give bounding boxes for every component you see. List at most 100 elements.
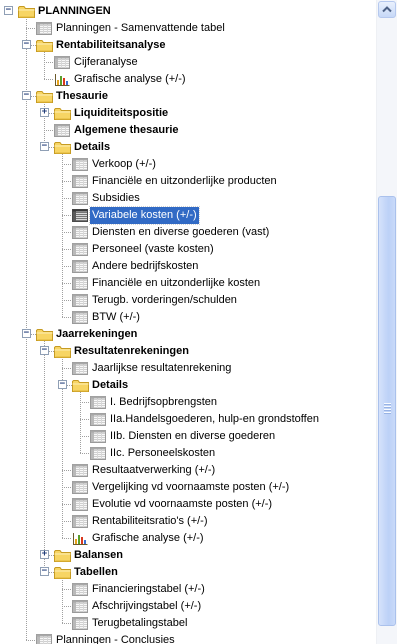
tree-item[interactable]: Grafische analyse (+/-) xyxy=(0,71,375,88)
tree-item-label: Terugb. vorderingen/schulden xyxy=(92,294,237,306)
tree-item-label: Subsidies xyxy=(92,192,140,204)
tree-item[interactable]: Grafische analyse (+/-) xyxy=(0,530,375,547)
tree-item-label: Grafische analyse (+/-) xyxy=(92,532,204,544)
folder-icon xyxy=(72,379,89,392)
tree-item[interactable]: Cijferanalyse xyxy=(0,54,375,71)
table-icon xyxy=(72,600,88,613)
collapse-toggle-icon[interactable]: − xyxy=(40,567,49,576)
folder-icon xyxy=(18,5,35,18)
table-icon xyxy=(72,192,88,205)
table-icon xyxy=(72,158,88,171)
tree-folder-node[interactable]: − Details xyxy=(0,377,375,394)
tree-item[interactable]: IIa.Handelsgoederen, hulp-en grondstoffe… xyxy=(0,411,375,428)
tree-folder-node[interactable]: + Balansen xyxy=(0,547,375,564)
chart-icon xyxy=(54,73,70,86)
table-icon xyxy=(90,413,106,426)
collapse-toggle-icon[interactable]: − xyxy=(40,142,49,151)
tree-folder-node[interactable]: − Tabellen xyxy=(0,564,375,581)
folder-icon xyxy=(54,566,71,579)
tree-item[interactable]: Vergelijking vd voornaamste posten (+/-) xyxy=(0,479,375,496)
folder-icon xyxy=(54,107,71,120)
table-icon xyxy=(72,617,88,630)
chart-icon xyxy=(72,532,88,545)
tree-item-label: Financiële en uitzonderlijke producten xyxy=(92,175,277,187)
folder-icon xyxy=(36,39,53,52)
tree-item-label: Tabellen xyxy=(74,566,118,578)
vertical-scrollbar[interactable] xyxy=(376,0,397,644)
tree-folder-node[interactable]: + Liquiditeitspositie xyxy=(0,105,375,122)
tree-item[interactable]: Jaarlijkse resultatenrekening xyxy=(0,360,375,377)
table-icon xyxy=(72,175,88,188)
tree-item-label: Personeel (vaste kosten) xyxy=(92,243,214,255)
collapse-toggle-icon[interactable]: − xyxy=(22,329,31,338)
table-icon xyxy=(54,124,70,137)
table-icon xyxy=(72,498,88,511)
table-icon xyxy=(72,481,88,494)
table-icon xyxy=(72,583,88,596)
tree-item[interactable]: Financiële en uitzonderlijke producten xyxy=(0,173,375,190)
table-icon xyxy=(36,634,52,644)
tree-folder-node[interactable]: − Thesaurie xyxy=(0,88,375,105)
tree-folder-node[interactable]: − Jaarrekeningen xyxy=(0,326,375,343)
tree-item-label: Andere bedrijfskosten xyxy=(92,260,199,272)
expand-toggle-icon[interactable]: + xyxy=(40,108,49,117)
tree-item[interactable]: Planningen - Samenvattende tabel xyxy=(0,20,375,37)
tree-item[interactable]: Planningen - Conclusies xyxy=(0,632,375,644)
tree-item[interactable]: Afschrijvingstabel (+/-) xyxy=(0,598,375,615)
expand-toggle-icon[interactable]: + xyxy=(40,550,49,559)
tree-item[interactable]: Variabele kosten (+/-) xyxy=(0,206,375,225)
tree-item-label: Financieringstabel (+/-) xyxy=(92,583,205,595)
tree-item-label: Algemene thesaurie xyxy=(74,124,179,136)
tree-item[interactable]: Terugbetalingstabel xyxy=(0,615,375,632)
tree-item-label: Financiële en uitzonderlijke kosten xyxy=(92,277,261,289)
folder-icon xyxy=(36,328,53,341)
collapse-toggle-icon[interactable]: − xyxy=(22,91,31,100)
table-icon xyxy=(72,515,88,528)
table-icon xyxy=(72,243,88,256)
tree-item-label: Verkoop (+/-) xyxy=(92,158,156,170)
tree-folder-node[interactable]: − PLANNINGEN xyxy=(0,3,375,20)
tree-item-label: Rentabiliteitsratio's (+/-) xyxy=(92,515,208,527)
tree-item-label: Cijferanalyse xyxy=(74,56,138,68)
table-icon xyxy=(36,22,52,35)
tree-item[interactable]: Resultaatverwerking (+/-) xyxy=(0,462,375,479)
scroll-up-button[interactable] xyxy=(378,1,396,18)
tree-item[interactable]: Algemene thesaurie xyxy=(0,122,375,139)
tree-item-label: Details xyxy=(74,141,111,153)
folder-icon xyxy=(54,345,71,358)
tree-item[interactable]: Financieringstabel (+/-) xyxy=(0,581,375,598)
tree-item-label: Details xyxy=(92,379,129,391)
tree-folder-node[interactable]: − Details xyxy=(0,139,375,156)
tree-item-label: Afschrijvingstabel (+/-) xyxy=(92,600,202,612)
tree-item-label: I. Bedrijfsopbrengsten xyxy=(110,396,218,408)
tree-item[interactable]: Verkoop (+/-) xyxy=(0,156,375,173)
tree-item[interactable]: IIc. Personeelskosten xyxy=(0,445,375,462)
table-icon xyxy=(72,294,88,307)
scroll-thumb[interactable] xyxy=(378,196,396,626)
tree-folder-node[interactable]: − Rentabiliteitsanalyse xyxy=(0,37,375,54)
tree-item[interactable]: Diensten en diverse goederen (vast) xyxy=(0,224,375,241)
collapse-toggle-icon[interactable]: − xyxy=(4,6,13,15)
table-icon xyxy=(72,277,88,290)
chevron-up-icon xyxy=(382,6,392,13)
tree-item-label: Planningen - Conclusies xyxy=(56,634,175,644)
tree-view[interactable]: − PLANNINGEN Planningen - Samenvattende ta… xyxy=(0,0,375,644)
tree-item[interactable]: Financiële en uitzonderlijke kosten xyxy=(0,275,375,292)
tree-item-label: Thesaurie xyxy=(56,90,108,102)
tree-item-label: Jaarlijkse resultatenrekening xyxy=(92,362,232,374)
table-icon xyxy=(90,447,106,460)
tree-folder-node[interactable]: − Resultatenrekeningen xyxy=(0,343,375,360)
collapse-toggle-icon[interactable]: − xyxy=(40,346,49,355)
collapse-toggle-icon[interactable]: − xyxy=(58,380,67,389)
tree-item[interactable]: Evolutie vd voornaamste posten (+/-) xyxy=(0,496,375,513)
tree-item[interactable]: Rentabiliteitsratio's (+/-) xyxy=(0,513,375,530)
tree-item[interactable]: Andere bedrijfskosten xyxy=(0,258,375,275)
tree-item[interactable]: BTW (+/-) xyxy=(0,309,375,326)
tree-item[interactable]: Personeel (vaste kosten) xyxy=(0,241,375,258)
tree-item-label: Diensten en diverse goederen (vast) xyxy=(92,226,270,238)
tree-item[interactable]: IIb. Diensten en diverse goederen xyxy=(0,428,375,445)
tree-item[interactable]: Terugb. vorderingen/schulden xyxy=(0,292,375,309)
tree-item[interactable]: I. Bedrijfsopbrengsten xyxy=(0,394,375,411)
tree-item[interactable]: Subsidies xyxy=(0,190,375,207)
collapse-toggle-icon[interactable]: − xyxy=(22,40,31,49)
